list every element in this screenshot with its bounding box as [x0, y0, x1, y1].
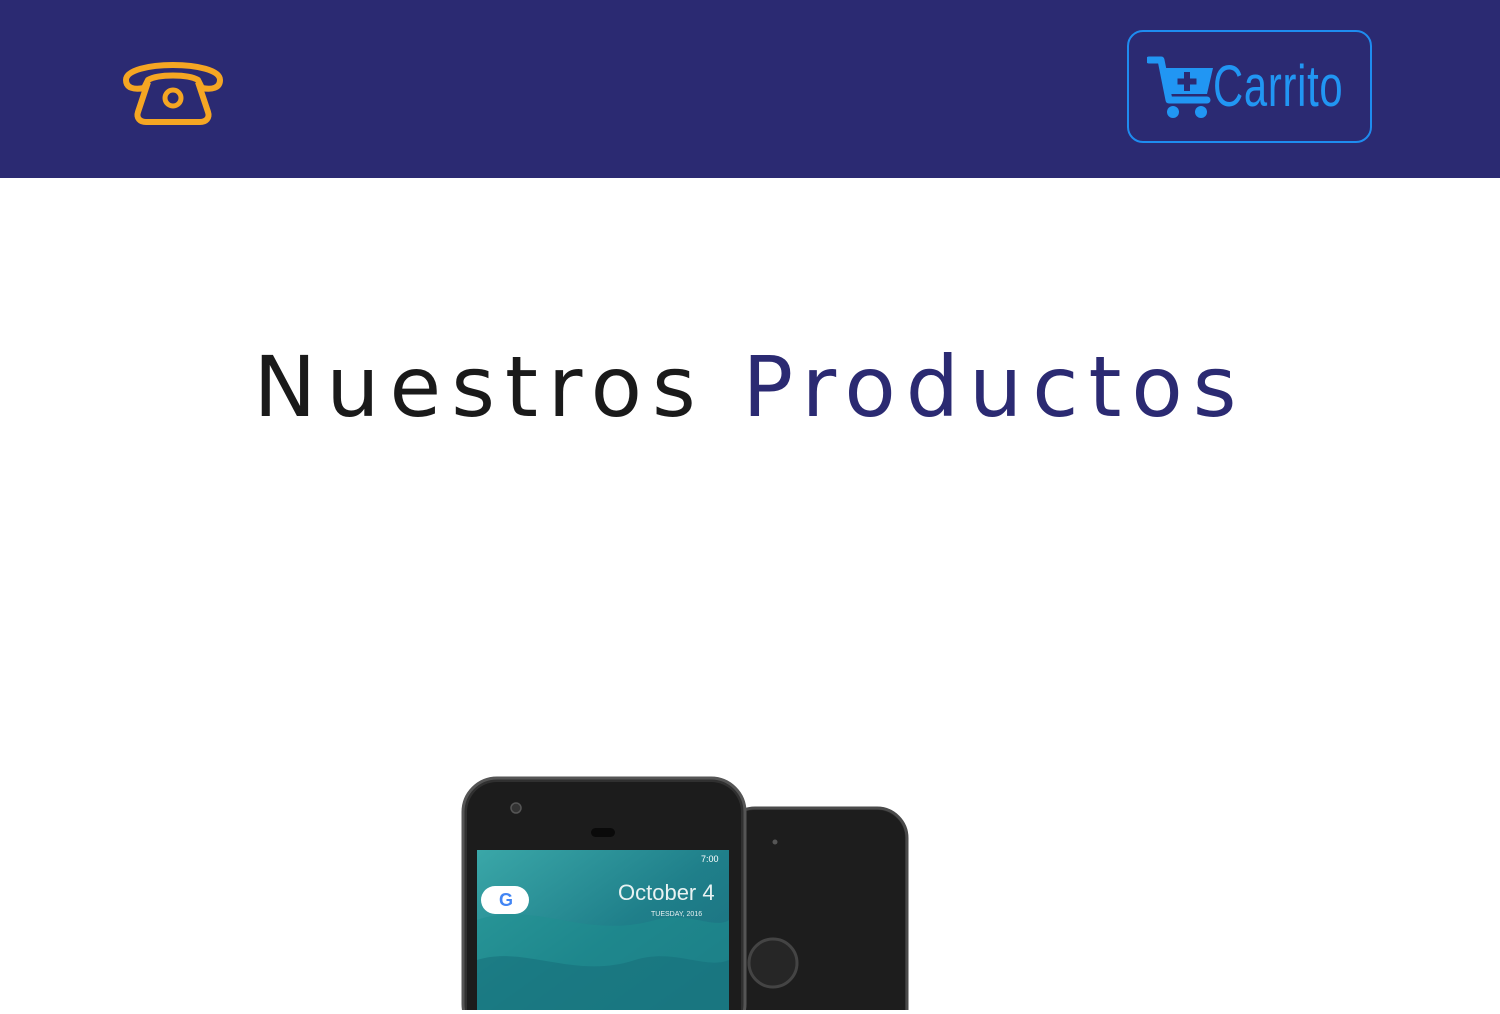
product-image-smartphone[interactable]: G October 4 TUESDAY, 2016 7:00	[455, 770, 915, 1014]
title-word-productos: Productos	[742, 338, 1247, 436]
telephone-icon[interactable]	[118, 50, 228, 126]
section-title: Nuestros Productos	[0, 345, 1500, 429]
top-navbar: Carrito	[0, 0, 1500, 178]
status-time: 7:00	[701, 854, 719, 864]
screen-day: TUESDAY, 2016	[651, 911, 702, 918]
cart-button[interactable]: Carrito	[1127, 30, 1372, 143]
title-word-nuestros: Nuestros	[253, 338, 706, 436]
screen-date: October 4	[618, 880, 715, 905]
svg-text:G: G	[499, 890, 513, 910]
cart-plus-icon	[1145, 54, 1217, 124]
cart-label: Carrito	[1213, 53, 1344, 119]
